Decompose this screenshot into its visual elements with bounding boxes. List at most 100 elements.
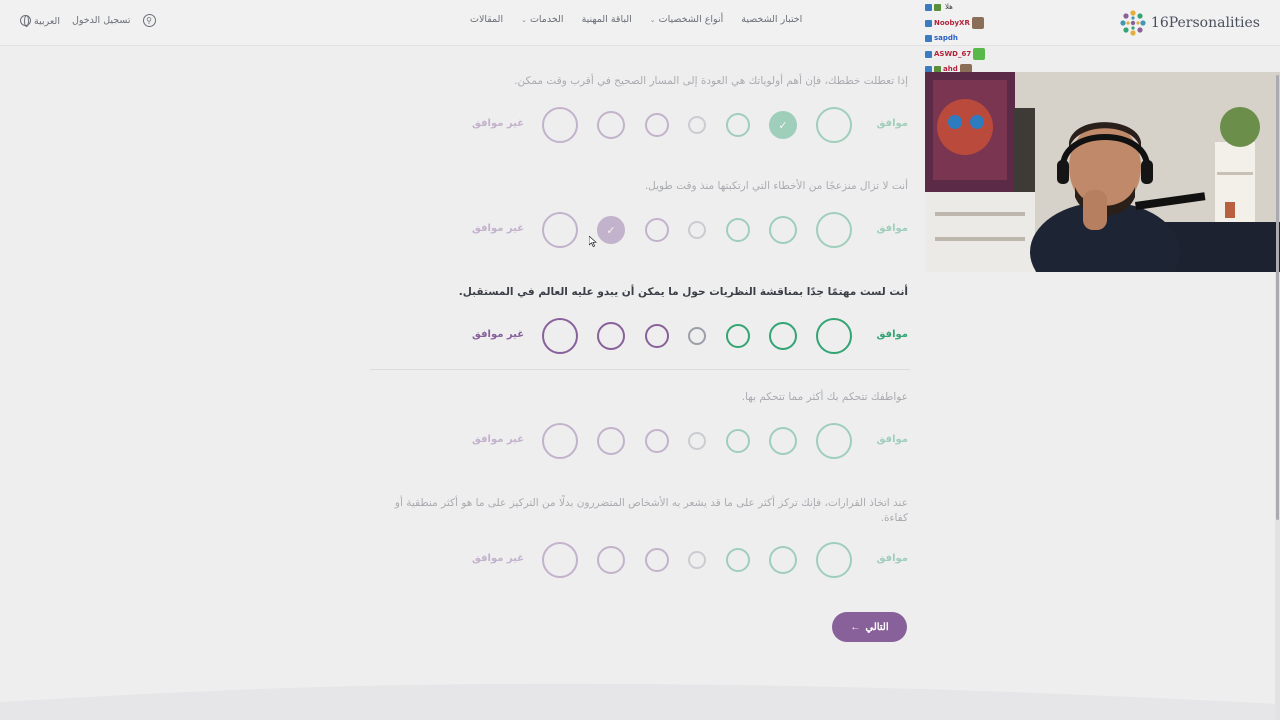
option-slightly-agree[interactable] bbox=[726, 429, 750, 453]
arrow-left-icon: ← bbox=[850, 621, 861, 633]
option-disagree[interactable] bbox=[597, 111, 625, 139]
language-selector[interactable]: العربية bbox=[20, 14, 60, 27]
nav-articles[interactable]: المقالات bbox=[470, 14, 503, 25]
next-button[interactable]: التالي ← bbox=[832, 612, 907, 642]
question-1: إذا تعطلت خططك، فإن أهم أولوياتك هي العو… bbox=[370, 74, 910, 147]
option-neutral[interactable] bbox=[688, 327, 706, 345]
nav-career-package[interactable]: الباقة المهنية bbox=[582, 14, 632, 25]
nav-personality-test[interactable]: اختبار الشخصية bbox=[741, 14, 802, 25]
emote-icon bbox=[971, 17, 984, 30]
chat-message: NoobyXR bbox=[925, 16, 1015, 32]
webcam-image bbox=[925, 72, 1280, 272]
option-neutral[interactable] bbox=[688, 116, 706, 134]
agree-label: موافق bbox=[876, 329, 908, 340]
answer-scale: موافق غير موافق ✓ bbox=[370, 208, 910, 252]
main-nav: اختبار الشخصية أنواع الشخصيات⌄ الباقة ال… bbox=[470, 14, 802, 25]
stream-chat-overlay: هلا NoobyXR sapdh ASWD_67 ahd bbox=[925, 0, 1015, 76]
badge-icon bbox=[925, 4, 932, 12]
nav-label: المقالات bbox=[470, 14, 504, 25]
option-agree[interactable] bbox=[769, 322, 797, 350]
chat-message: sapdh bbox=[925, 31, 1015, 47]
option-slightly-disagree[interactable] bbox=[645, 429, 669, 453]
chat-username: ASWD_67 bbox=[934, 49, 972, 58]
chat-text: هلا bbox=[945, 3, 953, 11]
question-text: إذا تعطلت خططك، فإن أهم أولوياتك هي العو… bbox=[514, 75, 908, 87]
option-slightly-agree[interactable] bbox=[726, 324, 750, 348]
option-strongly-agree[interactable] bbox=[816, 212, 852, 248]
option-strongly-disagree[interactable] bbox=[542, 107, 578, 143]
option-slightly-disagree[interactable] bbox=[645, 548, 669, 572]
nav-personality-types[interactable]: أنواع الشخصيات⌄ bbox=[650, 14, 723, 25]
question-text: أنت لا تزال منزعجًا من الأخطاء التي ارتك… bbox=[644, 180, 908, 192]
nav-label: الخدمات bbox=[529, 14, 564, 25]
option-agree[interactable] bbox=[769, 546, 797, 574]
option-disagree[interactable]: ✓ bbox=[597, 216, 625, 244]
option-neutral[interactable] bbox=[688, 221, 706, 239]
option-strongly-agree[interactable] bbox=[816, 542, 852, 578]
brand-logo[interactable]: 16Personalities bbox=[1119, 9, 1260, 37]
option-agree[interactable] bbox=[769, 216, 797, 244]
option-slightly-disagree[interactable] bbox=[645, 113, 669, 137]
disagree-label: غير موافق bbox=[472, 329, 525, 340]
option-strongly-disagree[interactable] bbox=[542, 212, 578, 248]
logo-icon bbox=[1120, 10, 1146, 36]
question-text: عند اتخاذ القرارات، فإنك تركز أكثر على م… bbox=[394, 497, 908, 524]
option-strongly-disagree[interactable] bbox=[542, 542, 578, 578]
chat-username: NoobyXR bbox=[934, 18, 970, 27]
option-strongly-agree[interactable] bbox=[816, 318, 852, 354]
option-agree[interactable] bbox=[769, 427, 797, 455]
globe-icon bbox=[20, 14, 31, 27]
disagree-label: غير موافق bbox=[472, 223, 525, 234]
nav-services[interactable]: الخدمات⌄ bbox=[521, 14, 563, 25]
badge-icon bbox=[925, 50, 932, 58]
nav-label: اختبار الشخصية bbox=[741, 14, 803, 25]
agree-label: موافق bbox=[876, 434, 908, 445]
option-disagree[interactable] bbox=[597, 427, 625, 455]
option-slightly-agree[interactable] bbox=[726, 218, 750, 242]
next-label: التالي bbox=[865, 621, 889, 633]
accessibility-icon[interactable]: ⚲ bbox=[142, 14, 156, 27]
footer-wave bbox=[0, 683, 1280, 720]
nav-label: أنواع الشخصيات bbox=[658, 14, 724, 25]
chevron-down-icon: ⌄ bbox=[649, 16, 656, 24]
option-slightly-disagree[interactable] bbox=[645, 324, 669, 348]
badge-icon bbox=[934, 4, 941, 12]
question-5: عند اتخاذ القرارات، فإنك تركز أكثر على م… bbox=[370, 496, 910, 582]
login-link[interactable]: تسجيل الدخول bbox=[72, 15, 131, 26]
answer-scale: موافق غير موافق bbox=[370, 419, 910, 463]
badge-icon bbox=[925, 35, 932, 43]
chat-message: هلا bbox=[925, 0, 1015, 16]
question-2: أنت لا تزال منزعجًا من الأخطاء التي ارتك… bbox=[370, 179, 910, 252]
language-label: العربية bbox=[34, 15, 60, 27]
check-icon: ✓ bbox=[606, 223, 616, 237]
option-neutral[interactable] bbox=[688, 551, 706, 569]
option-disagree[interactable] bbox=[597, 546, 625, 574]
scrollbar-thumb[interactable] bbox=[1276, 75, 1279, 520]
answer-scale: موافق غير موافق ✓ bbox=[370, 103, 910, 147]
answer-scale: موافق غير موافق bbox=[370, 314, 910, 358]
question-text: عواطفك تتحكم بك أكثر مما تتحكم بها. bbox=[741, 391, 908, 403]
option-strongly-disagree[interactable] bbox=[542, 423, 578, 459]
chevron-down-icon: ⌄ bbox=[521, 16, 527, 24]
agree-label: موافق bbox=[876, 118, 908, 129]
question-3: أنت لست مهتمًا جدًا بمناقشة النظريات حول… bbox=[370, 285, 910, 358]
chat-username: sapdh bbox=[934, 34, 958, 42]
site-header: 16Personalities اختبار الشخصية أنواع الش… bbox=[0, 0, 1280, 46]
answer-scale: موافق غير موافق bbox=[370, 538, 910, 582]
option-slightly-agree[interactable] bbox=[726, 548, 750, 572]
option-strongly-disagree[interactable] bbox=[542, 318, 578, 354]
header-utilities: العربية تسجيل الدخول ⚲ bbox=[20, 14, 156, 27]
divider bbox=[370, 369, 910, 370]
option-slightly-agree[interactable] bbox=[726, 113, 750, 137]
badge-icon bbox=[925, 19, 932, 27]
option-agree[interactable]: ✓ bbox=[769, 111, 797, 139]
option-strongly-agree[interactable] bbox=[816, 107, 852, 143]
option-disagree[interactable] bbox=[597, 322, 625, 350]
agree-label: موافق bbox=[876, 223, 908, 234]
disagree-label: غير موافق bbox=[472, 434, 525, 445]
question-text: أنت لست مهتمًا جدًا بمناقشة النظريات حول… bbox=[458, 286, 908, 298]
option-strongly-agree[interactable] bbox=[816, 423, 852, 459]
option-slightly-disagree[interactable] bbox=[645, 218, 669, 242]
option-neutral[interactable] bbox=[688, 432, 706, 450]
disagree-label: غير موافق bbox=[472, 553, 525, 564]
